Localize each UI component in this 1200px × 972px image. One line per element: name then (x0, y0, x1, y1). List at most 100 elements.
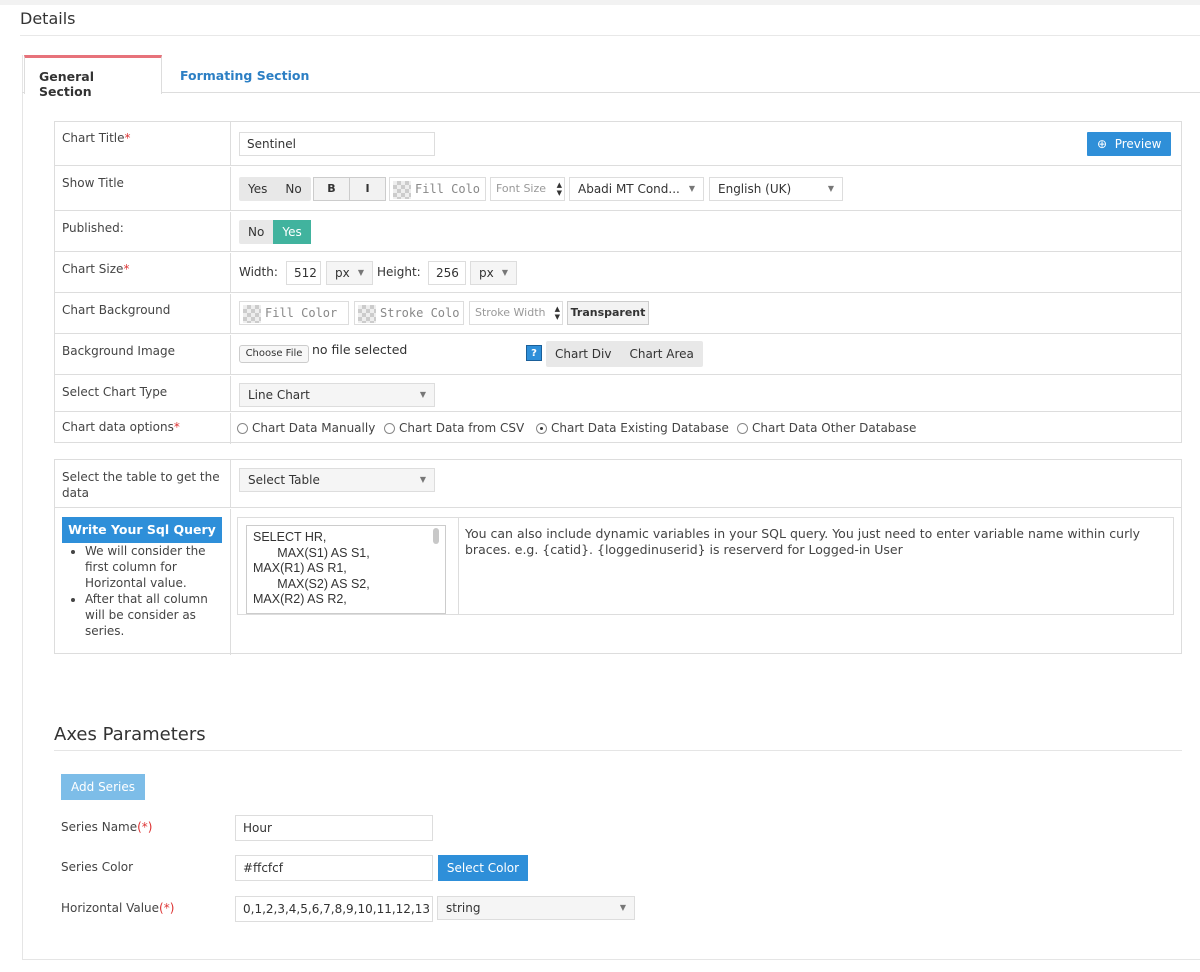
table-select[interactable]: Select Table ▼ (239, 468, 435, 492)
row-sql-query: Write Your Sql Query We will consider th… (55, 509, 1181, 655)
row-chart-title: Chart Title* Sentinel ⊕ Preview (55, 122, 1181, 166)
width-input[interactable]: 512 (286, 261, 321, 285)
sql-note: After that all column will be consider a… (85, 591, 227, 639)
show-title-toggle: Yes No (239, 177, 311, 201)
series-name-input[interactable]: Hour (235, 815, 433, 841)
row-chart-background: Chart Background Fill Color Stroke Colo … (55, 294, 1181, 334)
background-target-toggle: Chart Div Chart Area (546, 341, 703, 367)
sql-help-text: You can also include dynamic variables i… (458, 518, 1158, 614)
radio-selected-icon (536, 423, 547, 434)
chart-type-label: Select Chart Type (55, 376, 231, 411)
sql-query-label-cell: Write Your Sql Query We will consider th… (55, 509, 231, 655)
published-yes[interactable]: Yes (273, 220, 311, 244)
help-icon[interactable]: ? (526, 345, 542, 361)
sql-query-header: Write Your Sql Query (62, 517, 222, 543)
font-family-select[interactable]: Abadi MT Cond... ▼ (569, 177, 704, 201)
chevron-down-icon: ▼ (357, 268, 364, 277)
height-unit-select[interactable]: px ▼ (470, 261, 517, 285)
choose-file-button[interactable]: Choose File (239, 345, 309, 363)
chart-title-input[interactable]: Sentinel (239, 132, 435, 156)
horizontal-value-input[interactable]: 0,1,2,3,4,5,6,7,8,9,10,11,12,13 (235, 896, 433, 922)
font-size-input[interactable]: Font Size ▲ ▼ (490, 177, 565, 201)
tab-formating-section[interactable]: Formating Section (166, 55, 323, 94)
published-label: Published: (55, 212, 231, 251)
series-name-label: Series Name(*) (61, 820, 153, 834)
stroke-width-input[interactable]: Stroke Width ▲ ▼ (469, 301, 563, 325)
row-background-image: Background Image Choose File no file sel… (55, 335, 1181, 375)
preview-button[interactable]: ⊕ Preview (1087, 132, 1172, 156)
row-published: Published: No Yes (55, 212, 1181, 252)
show-title-no[interactable]: No (276, 177, 310, 201)
chevron-down-icon: ▼ (419, 475, 426, 484)
radio-icon (237, 423, 248, 434)
tab-bar: General Section Formating Section (22, 55, 1200, 99)
show-title-yes[interactable]: Yes (239, 177, 276, 201)
top-border (0, 0, 1200, 5)
sql-note: We will consider the first column for Ho… (85, 543, 227, 591)
published-toggle: No Yes (239, 220, 311, 244)
chevron-down-icon: ▼ (827, 184, 834, 193)
radio-data-csv[interactable]: Chart Data from CSV (384, 421, 524, 435)
textarea-scrollbar[interactable] (433, 528, 439, 544)
sql-editor-box: SELECT HR, MAX(S1) AS S1, MAX(R1) AS R1,… (237, 517, 1174, 615)
chart-area-option[interactable]: Chart Area (620, 341, 702, 367)
chevron-down-icon: ▼ (688, 184, 695, 193)
row-show-title: Show Title Yes No B I Fill Colo Font Siz… (55, 167, 1181, 211)
select-table-label: Select the table to get the data (55, 460, 231, 507)
row-select-table: Select the table to get the data Select … (55, 460, 1181, 508)
italic-button[interactable]: I (349, 177, 386, 201)
sql-notes: We will consider the first column for Ho… (67, 543, 227, 639)
chart-size-label: Chart Size* (55, 253, 231, 292)
row-chart-type: Select Chart Type Line Chart ▼ (55, 376, 1181, 412)
spinner-icon: ▲ ▼ (556, 181, 562, 197)
radio-data-other-db[interactable]: Chart Data Other Database (737, 421, 916, 435)
chart-title-label: Chart Title* (55, 122, 231, 165)
height-label: Height: (377, 265, 421, 279)
transparency-swatch-icon (393, 180, 411, 199)
data-options-label: Chart data options* (55, 413, 231, 444)
chevron-down-icon: ▼ (419, 390, 426, 399)
transparent-button[interactable]: Transparent (567, 301, 649, 325)
width-label: Width: (239, 265, 278, 279)
tab-general-section[interactable]: General Section (24, 55, 162, 99)
chevron-down-icon: ▼ (501, 268, 508, 277)
background-image-label: Background Image (55, 335, 231, 374)
show-title-label: Show Title (55, 167, 231, 210)
series-color-input[interactable]: #ffcfcf (235, 855, 433, 881)
title-divider (20, 35, 1200, 36)
title-fill-color[interactable]: Fill Colo (389, 177, 486, 201)
horizontal-value-label: Horizontal Value(*) (61, 901, 175, 915)
axes-divider (54, 750, 1182, 751)
spinner-icon: ▲ ▼ (554, 305, 560, 321)
select-color-button[interactable]: Select Color (438, 855, 528, 881)
plus-circle-icon: ⊕ (1097, 137, 1108, 151)
width-unit-select[interactable]: px ▼ (326, 261, 373, 285)
background-fill-color[interactable]: Fill Color (239, 301, 349, 325)
row-data-options: Chart data options* Chart Data Manually … (55, 413, 1181, 444)
bold-button[interactable]: B (313, 177, 350, 201)
chart-settings-table: Chart Title* Sentinel ⊕ Preview Show Tit… (54, 121, 1182, 444)
radio-data-manually[interactable]: Chart Data Manually (237, 421, 375, 435)
radio-icon (384, 423, 395, 434)
chart-div-option[interactable]: Chart Div (546, 341, 620, 367)
horizontal-type-select[interactable]: string ▼ (437, 896, 635, 920)
database-table: Select the table to get the data Select … (54, 459, 1182, 655)
row-chart-size: Chart Size* Width: 512 px ▼ Height: 256 p… (55, 253, 1181, 293)
published-no[interactable]: No (239, 220, 273, 244)
chart-type-select[interactable]: Line Chart ▼ (239, 383, 435, 407)
axes-parameters-title: Axes Parameters (54, 724, 206, 745)
transparency-swatch-icon (243, 304, 261, 323)
sql-query-textarea[interactable]: SELECT HR, MAX(S1) AS S1, MAX(R1) AS R1,… (246, 525, 446, 614)
transparency-swatch-icon (358, 304, 376, 323)
file-status: no file selected (312, 342, 408, 357)
chevron-down-icon: ▼ (619, 903, 626, 912)
add-series-button[interactable]: Add Series (61, 774, 145, 800)
radio-data-existing-db[interactable]: Chart Data Existing Database (536, 421, 729, 435)
height-input[interactable]: 256 (428, 261, 466, 285)
radio-icon (737, 423, 748, 434)
series-color-label: Series Color (61, 860, 134, 874)
page-title: Details (20, 9, 76, 28)
chart-background-label: Chart Background (55, 294, 231, 333)
background-stroke-color[interactable]: Stroke Colo (354, 301, 464, 325)
language-select[interactable]: English (UK) ▼ (709, 177, 843, 201)
